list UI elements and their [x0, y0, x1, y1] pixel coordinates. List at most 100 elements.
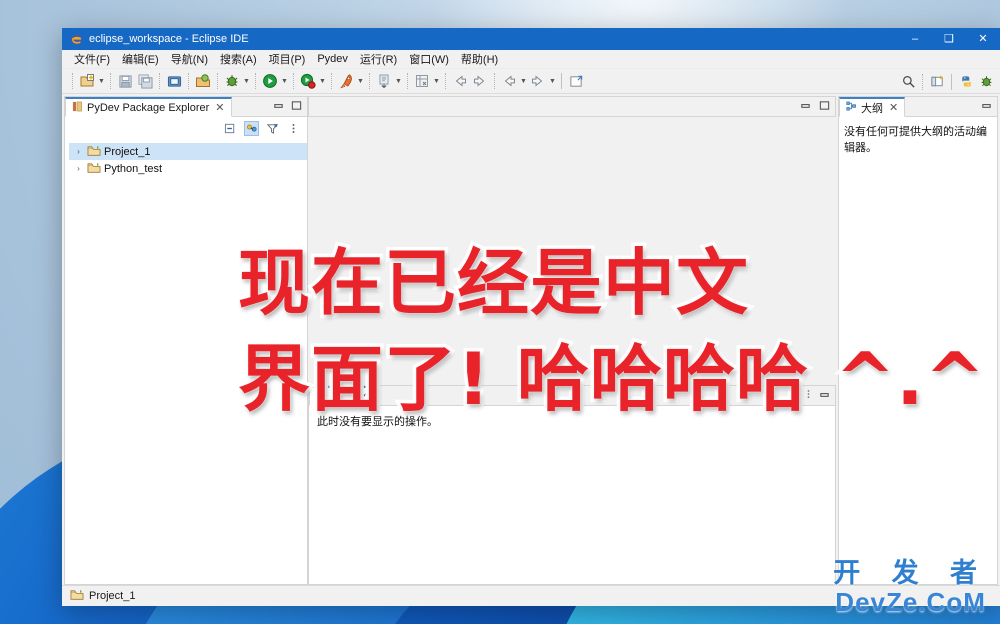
menu-run[interactable]: 运行(R): [354, 49, 403, 69]
toolbar-separator: [369, 73, 370, 89]
minimize-icon[interactable]: [819, 387, 830, 405]
menu-navigate[interactable]: 导航(N): [165, 49, 214, 69]
open-editor-icon[interactable]: [566, 71, 586, 91]
toolbar-separator: [445, 73, 446, 89]
progress-tabbar: 进度 ✕: [309, 386, 835, 406]
progress-view: 进度 ✕ 此时没有要显示的操作。: [308, 385, 836, 585]
back-icon[interactable]: [450, 71, 470, 91]
tab-outline[interactable]: 大纲 ✕: [839, 97, 906, 117]
toolbar-separator: [255, 73, 256, 89]
toolbar-separator: [494, 73, 495, 89]
new-wizard-dropdown-icon[interactable]: ▼: [97, 71, 106, 91]
view-menu-icon[interactable]: [805, 387, 812, 405]
debug-dropdown-icon[interactable]: ▼: [242, 71, 251, 91]
view-menu-icon[interactable]: [286, 121, 301, 136]
progress-message: 此时没有要显示的操作。: [317, 416, 438, 428]
new-pydev-project-icon[interactable]: [374, 71, 394, 91]
close-button[interactable]: ✕: [966, 28, 1000, 50]
pydev-package-icon[interactable]: [412, 71, 432, 91]
maximize-icon[interactable]: [819, 98, 830, 116]
close-icon[interactable]: ✕: [889, 101, 898, 114]
close-icon[interactable]: ✕: [359, 390, 368, 403]
toolbar-separator: [217, 73, 218, 89]
toolbar-separator: [72, 73, 73, 89]
previous-annotation-dropdown-icon[interactable]: ▼: [519, 71, 528, 91]
open-perspective-icon[interactable]: [927, 72, 947, 92]
collapse-all-icon[interactable]: [223, 121, 238, 136]
menu-window[interactable]: 窗口(W): [403, 49, 455, 69]
menu-bar: 文件(F) 编辑(E) 导航(N) 搜索(A) 项目(P) Pydev 运行(R…: [62, 50, 1000, 69]
chevron-right-icon[interactable]: ›: [73, 147, 84, 156]
next-annotation-icon[interactable]: [528, 71, 548, 91]
window-title: eclipse_workspace - Eclipse IDE: [89, 33, 249, 45]
outline-tabbar: 大纲 ✕: [839, 97, 997, 117]
toolbar-separator: [159, 73, 160, 89]
tab-progress[interactable]: 进度 ✕: [309, 386, 376, 406]
minimize-icon[interactable]: [273, 98, 284, 116]
forward-icon[interactable]: [470, 71, 490, 91]
toolbar-separator: [110, 73, 111, 89]
coverage-icon[interactable]: [298, 71, 318, 91]
previous-annotation-icon[interactable]: [499, 71, 519, 91]
status-bar: Project_1: [62, 585, 1000, 606]
minimize-icon[interactable]: [800, 98, 811, 116]
minimize-button[interactable]: –: [898, 28, 932, 50]
cancel-all-icon[interactable]: [786, 387, 798, 405]
filters-icon[interactable]: [265, 121, 280, 136]
toolbar-right-group: [898, 69, 996, 94]
menu-file[interactable]: 文件(F): [68, 49, 116, 69]
debug-icon[interactable]: [222, 71, 242, 91]
tabbar-filler: [375, 386, 781, 406]
tab-pydev-package-explorer[interactable]: PyDev Package Explorer ✕: [65, 97, 232, 117]
perspective-debug-icon[interactable]: [976, 72, 996, 92]
run-icon[interactable]: [260, 71, 280, 91]
open-type-icon[interactable]: [193, 71, 213, 91]
new-pydev-project-dropdown-icon[interactable]: ▼: [394, 71, 403, 91]
tree-item-label: Project_1: [104, 145, 151, 158]
package-explorer-body: › Project_1 › Python_test: [65, 117, 307, 584]
maximize-button[interactable]: ❑: [932, 28, 966, 50]
toolbar-separator: [331, 73, 332, 89]
coverage-dropdown-icon[interactable]: ▼: [318, 71, 327, 91]
left-column: PyDev Package Explorer ✕ › Project_1 › P…: [62, 94, 308, 585]
outline-icon: [846, 101, 857, 115]
close-icon[interactable]: ✕: [215, 101, 224, 114]
toolbar-separator: [407, 73, 408, 89]
pydev-package-dropdown-icon[interactable]: ▼: [432, 71, 441, 91]
save-all-icon[interactable]: [135, 71, 155, 91]
chevron-right-icon[interactable]: ›: [73, 164, 84, 173]
menu-help[interactable]: 帮助(H): [455, 49, 504, 69]
search-icon[interactable]: [898, 72, 918, 92]
outline-message: 没有任何可提供大纲的活动编辑器。: [844, 126, 987, 154]
main-toolbar: ▼ ▼ ▼ ▼ ▼ ▼ ▼ ▼ ▼: [62, 69, 1000, 94]
outline-panel-actions: [976, 97, 997, 117]
save-icon[interactable]: [115, 71, 135, 91]
project-folder-icon: [70, 588, 84, 604]
outline-view: 大纲 ✕ 没有任何可提供大纲的活动编辑器。: [838, 96, 998, 585]
print-icon[interactable]: [164, 71, 184, 91]
toolbar-separator: [922, 73, 923, 90]
package-explorer-icon: [72, 101, 83, 115]
tree-item-project-1[interactable]: › Project_1: [69, 143, 307, 160]
maximize-icon[interactable]: [291, 98, 302, 116]
menu-pydev[interactable]: Pydev: [311, 51, 354, 67]
tree-item-python-test[interactable]: › Python_test: [69, 160, 307, 177]
next-annotation-dropdown-icon[interactable]: ▼: [548, 71, 557, 91]
tabbar-filler: [905, 97, 976, 117]
minimize-icon[interactable]: [981, 98, 992, 116]
new-wizard-icon[interactable]: [77, 71, 97, 91]
tree-item-label: Python_test: [104, 162, 163, 175]
run-dropdown-icon[interactable]: ▼: [280, 71, 289, 91]
external-tools-dropdown-icon[interactable]: ▼: [356, 71, 365, 91]
menu-project[interactable]: 项目(P): [263, 49, 312, 69]
menu-search[interactable]: 搜索(A): [214, 49, 263, 69]
desktop: eclipse_workspace - Eclipse IDE – ❑ ✕ 文件…: [0, 0, 1000, 624]
link-with-editor-icon[interactable]: [244, 120, 259, 136]
perspective-pydev-icon[interactable]: [956, 72, 976, 92]
tab-label: PyDev Package Explorer: [87, 101, 210, 114]
menu-edit[interactable]: 编辑(E): [116, 49, 165, 69]
editor-canvas[interactable]: [308, 116, 836, 117]
editor-area-header: [308, 96, 836, 116]
center-column: 进度 ✕ 此时没有要显示的操作。: [308, 94, 836, 585]
external-tools-icon[interactable]: [336, 71, 356, 91]
